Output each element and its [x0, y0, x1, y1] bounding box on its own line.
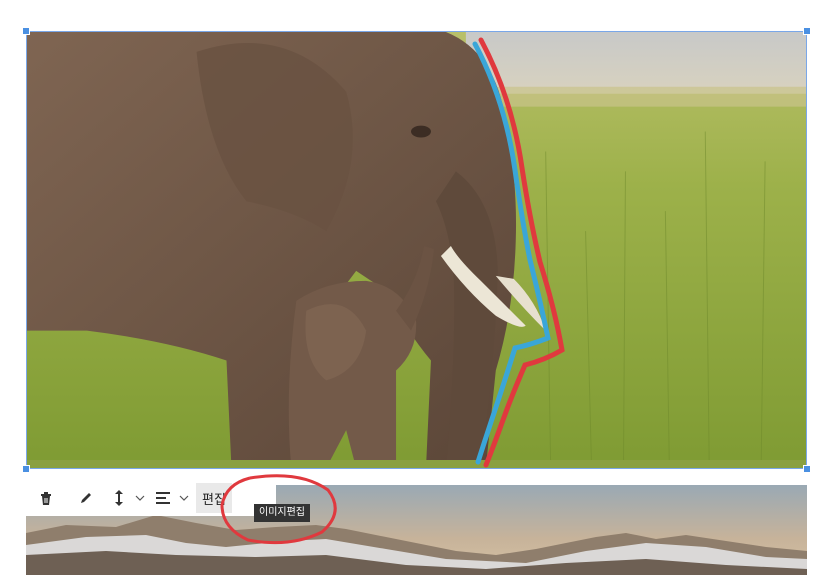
resize-handle-top-left[interactable]	[22, 27, 30, 35]
align-button[interactable]	[148, 480, 178, 516]
align-left-icon	[156, 492, 170, 504]
trash-icon	[40, 491, 52, 505]
resize-height-button[interactable]	[106, 480, 132, 516]
pencil-icon	[79, 491, 93, 505]
align-dropdown-button[interactable]	[178, 480, 190, 516]
delete-button[interactable]	[26, 480, 66, 516]
vertical-arrows-icon	[114, 490, 124, 506]
resize-handle-top-right[interactable]	[803, 27, 811, 35]
chevron-down-icon	[179, 495, 189, 501]
resize-handle-bottom-left[interactable]	[22, 465, 30, 473]
resize-handle-bottom-right[interactable]	[803, 465, 811, 473]
edit-image-button[interactable]: 편집	[196, 483, 232, 513]
resize-dropdown-button[interactable]	[132, 480, 148, 516]
selected-image-block[interactable]	[26, 31, 807, 469]
image-toolbar: 편집	[26, 480, 276, 516]
elephant-photo	[27, 32, 806, 468]
edit-caption-button[interactable]	[66, 480, 106, 516]
edit-image-tooltip: 이미지편집	[254, 504, 310, 522]
chevron-down-icon	[135, 495, 145, 501]
